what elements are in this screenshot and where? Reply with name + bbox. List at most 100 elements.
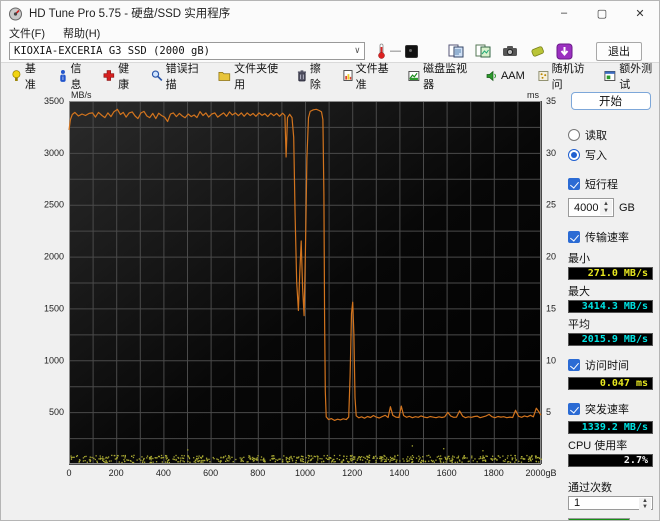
pass-count-input[interactable]: 1 ▲▼: [568, 496, 653, 510]
thermometer-icon: [377, 43, 386, 59]
benchmark-chart: MB/sms3500300025002000150010005003530252…: [9, 89, 559, 481]
tab-file-benchmark[interactable]: 文件基准: [343, 60, 396, 92]
burst-rate-checkbox[interactable]: [568, 403, 580, 415]
tab-info-label: 信息: [71, 60, 91, 92]
svg-text:1500: 1500: [44, 303, 64, 313]
spinner-arrows[interactable]: ▲▼: [600, 200, 612, 215]
short-stroke-size-input[interactable]: 4000 ▲▼: [568, 198, 614, 217]
save-icon: [530, 44, 545, 58]
tab-benchmark-label: 基准: [25, 60, 45, 92]
svg-text:1600: 1600: [437, 468, 457, 478]
tab-info[interactable]: i 信息: [58, 60, 91, 92]
tab-error-scan-label: 错误扫描: [166, 60, 206, 92]
pass-count-label: 通过次数: [568, 479, 653, 495]
bulb-icon: [11, 69, 22, 83]
exit-button[interactable]: 退出: [596, 42, 642, 61]
save-button[interactable]: [527, 42, 547, 60]
burst-rate-value: 1339.2 MB/s: [568, 421, 653, 434]
min-value: 271.0 MB/s: [568, 267, 653, 280]
tab-benchmark[interactable]: 基准: [11, 60, 45, 92]
tab-extra-tests[interactable]: 额外测试: [604, 60, 659, 92]
copy-image-button[interactable]: [473, 42, 493, 60]
window-title: HD Tune Pro 5.75 - 硬盘/SSD 实用程序: [29, 5, 230, 21]
svg-text:1400: 1400: [389, 468, 409, 478]
copy-pages-button[interactable]: [446, 42, 466, 60]
min-label: 最小: [568, 250, 653, 266]
transfer-rate-row[interactable]: 传输速率: [568, 229, 653, 245]
app-window: HD Tune Pro 5.75 - 硬盘/SSD 实用程序 – ▢ ✕ 文件(…: [0, 0, 660, 521]
benchmark-chart-svg: MB/sms3500300025002000150010005003530252…: [9, 89, 559, 481]
tab-erase[interactable]: 擦除: [297, 60, 330, 92]
close-button[interactable]: ✕: [621, 1, 659, 25]
svg-text:0: 0: [66, 468, 71, 478]
temperature-indicator: —: [377, 43, 418, 59]
tab-folder-usage-label: 文件夹使用: [234, 60, 284, 92]
speaker-icon: [486, 70, 498, 82]
tab-error-scan[interactable]: 错误扫描: [151, 60, 206, 92]
download-button[interactable]: [554, 42, 574, 60]
svg-text:5: 5: [546, 407, 551, 417]
max-label: 最大: [568, 283, 653, 299]
spinner-arrows[interactable]: ▲▼: [639, 498, 651, 508]
monitor-chart-icon: [408, 70, 420, 82]
svg-text:3000: 3000: [44, 148, 64, 158]
minimize-button[interactable]: –: [545, 1, 583, 25]
camera-icon: [502, 45, 518, 57]
tab-extra-tests-label: 额外测试: [619, 60, 659, 92]
svg-text:10: 10: [546, 355, 556, 365]
tab-health[interactable]: 健康: [103, 60, 138, 92]
toolbar-buttons: [446, 42, 574, 60]
tab-erase-label: 擦除: [310, 60, 330, 92]
write-radio[interactable]: [568, 149, 580, 161]
short-stroke-row[interactable]: 短行程: [568, 176, 653, 192]
tab-random-access[interactable]: 随机访问: [538, 60, 592, 92]
svg-text:3500: 3500: [44, 96, 64, 106]
maximize-button[interactable]: ▢: [583, 1, 621, 25]
read-radio[interactable]: [568, 129, 580, 141]
svg-text:MB/s: MB/s: [71, 90, 92, 100]
access-time-checkbox[interactable]: [568, 359, 580, 371]
svg-text:25: 25: [546, 200, 556, 210]
access-time-row[interactable]: 访问时间: [568, 357, 653, 373]
pass-count-value: 1: [574, 497, 580, 509]
file-chart-icon: [343, 69, 353, 82]
folder-icon: [218, 70, 231, 82]
tab-health-label: 健康: [118, 60, 138, 92]
svg-text:30: 30: [546, 148, 556, 158]
svg-text:1000: 1000: [44, 355, 64, 365]
temperature-value: —: [390, 45, 401, 57]
svg-text:500: 500: [49, 407, 64, 417]
menu-help[interactable]: 帮助(H): [63, 25, 100, 41]
svg-text:400: 400: [156, 468, 171, 478]
tab-disk-monitor-label: 磁盘监视器: [423, 60, 473, 92]
svg-text:200: 200: [109, 468, 124, 478]
start-button[interactable]: 开始: [571, 92, 651, 110]
screenshot-button[interactable]: [500, 42, 520, 60]
burst-rate-row[interactable]: 突发速率: [568, 401, 653, 417]
window-controls: – ▢ ✕: [545, 1, 659, 25]
short-stroke-label: 短行程: [585, 176, 618, 192]
svg-text:2000gB: 2000gB: [525, 468, 556, 478]
access-time-label: 访问时间: [585, 357, 629, 373]
copy-pages-icon: [448, 44, 464, 58]
cpu-label: CPU 使用率: [568, 437, 653, 453]
drive-select[interactable]: KIOXIA-EXCERIA G3 SSD (2000 gB) ∨: [9, 42, 365, 60]
tab-disk-monitor[interactable]: 磁盘监视器: [408, 60, 473, 92]
download-arrow-icon: [556, 43, 573, 60]
tab-aam-label: AAM: [501, 70, 525, 82]
tab-file-benchmark-label: 文件基准: [356, 60, 396, 92]
write-radio-row[interactable]: 写入: [568, 147, 653, 163]
tab-folder-usage[interactable]: 文件夹使用: [218, 60, 283, 92]
svg-text:800: 800: [250, 468, 265, 478]
menu-bar: 文件(F) 帮助(H): [1, 25, 659, 40]
tab-aam[interactable]: AAM: [486, 70, 525, 82]
short-stroke-checkbox[interactable]: [568, 178, 580, 190]
access-time-value: 0.047 ms: [568, 377, 653, 390]
read-radio-row[interactable]: 读取: [568, 127, 653, 143]
burst-rate-label: 突发速率: [585, 401, 629, 417]
transfer-rate-checkbox[interactable]: [568, 231, 580, 243]
menu-file[interactable]: 文件(F): [9, 25, 45, 41]
svg-text:20: 20: [546, 252, 556, 262]
short-stroke-unit: GB: [619, 202, 635, 214]
max-value: 3414.3 MB/s: [568, 300, 653, 313]
